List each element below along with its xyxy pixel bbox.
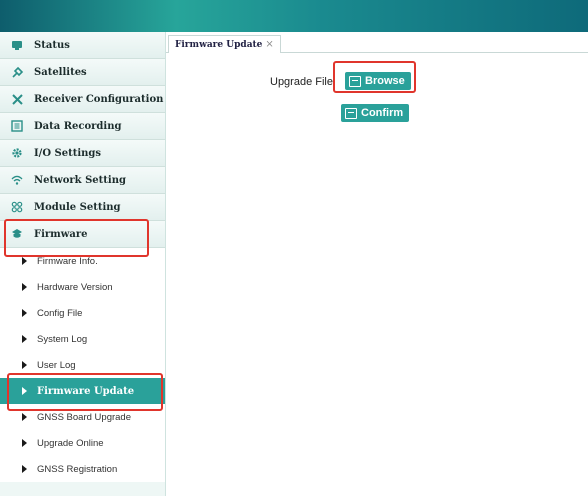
confirm-button[interactable]: Confirm — [341, 104, 410, 122]
caret-right-icon — [22, 335, 27, 343]
sidebar-item-data-recording[interactable]: Data Recording — [0, 113, 165, 140]
sidebar-item-label: Status — [34, 39, 70, 51]
submenu-item-label: Upgrade Online — [37, 437, 104, 449]
gear-icon — [10, 146, 24, 160]
sidebar: Status Satellites Receiver Configuration… — [0, 32, 166, 496]
main-content: Firmware Update × Upgrade File Browse Co… — [166, 32, 588, 496]
caret-right-icon — [22, 361, 27, 369]
data-recording-icon — [10, 119, 24, 133]
submenu-item-firmware-info[interactable]: Firmware Info. — [0, 248, 165, 274]
browse-button-label: Browse — [365, 75, 405, 87]
submenu-item-gnss-board-upgrade[interactable]: GNSS Board Upgrade — [0, 404, 165, 430]
caret-right-icon — [22, 465, 27, 473]
sidebar-item-satellites[interactable]: Satellites — [0, 59, 165, 86]
tools-icon — [10, 92, 24, 106]
caret-right-icon — [22, 387, 27, 395]
tab-firmware-update[interactable]: Firmware Update × — [168, 35, 281, 53]
submenu-item-label: System Log — [37, 333, 88, 345]
file-icon — [349, 75, 361, 87]
sidebar-item-label: Module Setting — [34, 201, 121, 213]
submenu-item-label: Firmware Info. — [37, 255, 98, 267]
submenu-item-gnss-registration[interactable]: GNSS Registration — [0, 456, 165, 482]
sidebar-item-status[interactable]: Status — [0, 32, 165, 59]
caret-right-icon — [22, 413, 27, 421]
sidebar-item-label: I/O Settings — [34, 147, 102, 159]
close-icon[interactable]: × — [265, 39, 273, 50]
sidebar-item-label: Network Setting — [34, 174, 126, 186]
submenu-item-label: Firmware Update — [37, 385, 135, 397]
top-banner — [0, 0, 588, 32]
submenu-item-label: GNSS Board Upgrade — [37, 411, 131, 423]
sidebar-item-receiver-configuration[interactable]: Receiver Configuration — [0, 86, 165, 113]
sidebar-item-label: Receiver Configuration — [34, 93, 164, 105]
submenu-item-user-log[interactable]: User Log — [0, 352, 165, 378]
module-icon — [10, 200, 24, 214]
submenu-item-label: User Log — [37, 359, 76, 371]
wifi-icon — [10, 173, 24, 187]
submenu-item-firmware-update[interactable]: Firmware Update — [0, 378, 165, 404]
satellite-icon — [10, 65, 24, 79]
sidebar-item-io-settings[interactable]: I/O Settings — [0, 140, 165, 167]
sidebar-item-network-setting[interactable]: Network Setting — [0, 167, 165, 194]
sidebar-item-firmware[interactable]: Firmware — [0, 221, 165, 248]
sidebar-item-label: Data Recording — [34, 120, 122, 132]
firmware-icon — [10, 227, 24, 241]
caret-right-icon — [22, 439, 27, 447]
tab-bar: Firmware Update × — [166, 32, 588, 53]
caret-right-icon — [22, 283, 27, 291]
submenu-item-label: GNSS Registration — [37, 463, 118, 475]
upgrade-file-label: Upgrade File — [270, 76, 333, 88]
submenu-item-label: Hardware Version — [37, 281, 113, 293]
caret-right-icon — [22, 257, 27, 265]
submenu-item-hardware-version[interactable]: Hardware Version — [0, 274, 165, 300]
caret-right-icon — [22, 309, 27, 317]
file-icon — [345, 107, 357, 119]
sidebar-item-module-setting[interactable]: Module Setting — [0, 194, 165, 221]
firmware-submenu: Firmware Info. Hardware Version Config F… — [0, 248, 165, 482]
sidebar-item-label: Firmware — [34, 228, 88, 240]
submenu-item-system-log[interactable]: System Log — [0, 326, 165, 352]
sidebar-item-label: Satellites — [34, 66, 87, 78]
submenu-item-config-file[interactable]: Config File — [0, 300, 165, 326]
browse-button[interactable]: Browse — [345, 72, 411, 90]
tab-label: Firmware Update — [175, 39, 263, 50]
submenu-item-label: Config File — [37, 307, 83, 319]
status-icon — [10, 38, 24, 52]
confirm-button-label: Confirm — [361, 107, 404, 119]
submenu-item-upgrade-online[interactable]: Upgrade Online — [0, 430, 165, 456]
